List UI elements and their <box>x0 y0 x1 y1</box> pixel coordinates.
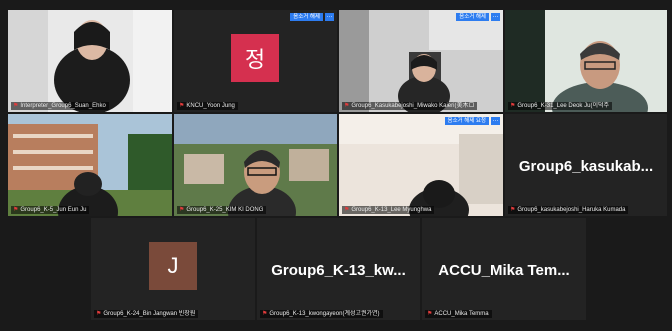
participant-video <box>339 10 503 112</box>
participant-tile-haruka-kumada[interactable]: Group6_kasukab... ⚑ Group6_kasukabejoshi_… <box>505 114 667 216</box>
mic-muted-icon: ⚑ <box>262 311 268 317</box>
avatar: J <box>149 242 197 290</box>
participant-name-tag: ⚑ Group6_K-13_Lee Myunghwa <box>342 206 435 214</box>
unmute-badge[interactable]: 음소거 해제 <box>456 13 489 21</box>
participant-video <box>8 114 172 216</box>
participant-name-tag: ⚑ ACCU_Mika Temma <box>425 310 492 318</box>
participant-name-tag: ⚑ Group6_K-24_Bin Jangwan 빈장원 <box>94 310 199 318</box>
participant-name-tag: ⚑ Group6_Kasukabejoshi_Miwako Kaieri(美木ロ <box>342 102 478 110</box>
participant-video <box>339 114 503 216</box>
participant-display-name: ACCU_Mika Tem... <box>438 262 570 279</box>
participant-name: Group6_Kasukabejoshi_Miwako Kaieri(美木ロ <box>351 103 475 109</box>
participant-name-tag: ⚑ Interpreter_Group6_Suan_Ehko <box>11 102 109 110</box>
participant-name-tag: ⚑ Group6_kasukabejoshi_Haruka Kumada <box>508 206 629 214</box>
participant-name: Group6_K-13_Lee Myunghwa <box>351 207 432 213</box>
mic-muted-icon: ⚑ <box>13 103 19 109</box>
participant-tile-mika-temma[interactable]: ACCU_Mika Tem... ⚑ ACCU_Mika Temma <box>422 218 586 320</box>
more-options-button[interactable]: … <box>491 13 500 21</box>
participant-name: Group6_K-25_KIM KI DONG <box>186 207 264 213</box>
mic-muted-icon: ⚑ <box>427 311 433 317</box>
mic-muted-icon: ⚑ <box>344 207 350 213</box>
participant-video <box>174 114 337 216</box>
participant-tile-lee-myunghwa[interactable]: 음소거 해제 요청 … ⚑ Group6_K-13_Lee Myunghwa <box>339 114 503 216</box>
participant-name-tag: ⚑ KNCU_Yoon Jung <box>177 102 238 110</box>
mic-muted-icon: ⚑ <box>179 103 185 109</box>
participant-display-name: Group6_kasukab... <box>518 158 654 175</box>
avatar: 정 <box>231 34 279 82</box>
mic-muted-icon: ⚑ <box>179 207 185 213</box>
participant-name: Group6_kasukabejoshi_Haruka Kumada <box>517 207 626 213</box>
participant-video <box>8 10 172 112</box>
video-grid: ⚑ Interpreter_Group6_Suan_Ehko 정 음소거 해제 …… <box>0 0 672 331</box>
participant-name: Group6_K-13_kwongayeon(계성고권가연) <box>269 311 380 317</box>
participant-name: Group6_K-31_Lee Deok Ju(이덕주 <box>517 103 609 109</box>
mic-muted-icon: ⚑ <box>96 311 102 317</box>
participant-video <box>505 10 667 112</box>
participant-tile-kasukabejoshi-miwako[interactable]: 음소거 해제 … ⚑ Group6_Kasukabejoshi_Miwako Ka… <box>339 10 503 112</box>
participant-name: KNCU_Yoon Jung <box>186 103 235 109</box>
participant-name-tag: ⚑ Group6_K-25_KIM KI DONG <box>177 206 267 214</box>
more-options-button[interactable]: … <box>491 117 500 125</box>
mic-muted-icon: ⚑ <box>344 103 350 109</box>
participant-name: Interpreter_Group6_Suan_Ehko <box>20 103 106 109</box>
participant-tile-bin-jangwan[interactable]: J ⚑ Group6_K-24_Bin Jangwan 빈장원 <box>91 218 255 320</box>
participant-tile-kwongayeon[interactable]: Group6_K-13_kw... ⚑ Group6_K-13_kwongayeo… <box>257 218 420 320</box>
participant-name: Group6_K-5_Jun Eun Ju <box>20 207 87 213</box>
more-options-button[interactable]: … <box>325 13 334 21</box>
participant-tile-lee-deok-ju[interactable]: ⚑ Group6_K-31_Lee Deok Ju(이덕주 <box>505 10 667 112</box>
mic-muted-icon: ⚑ <box>13 207 19 213</box>
participant-tile-kim-ki-dong[interactable]: ⚑ Group6_K-25_KIM KI DONG <box>174 114 337 216</box>
participant-tile-jun-eun-ju[interactable]: ⚑ Group6_K-5_Jun Eun Ju <box>8 114 172 216</box>
mic-muted-icon: ⚑ <box>510 207 516 213</box>
participant-tile-interpreter[interactable]: ⚑ Interpreter_Group6_Suan_Ehko <box>8 10 172 112</box>
participant-name: Group6_K-24_Bin Jangwan 빈장원 <box>103 311 196 317</box>
participant-name-tag: ⚑ Group6_K-13_kwongayeon(계성고권가연) <box>260 310 383 318</box>
participant-tile-kncu-yoon-jung[interactable]: 정 음소거 해제 … ⚑ KNCU_Yoon Jung <box>174 10 337 112</box>
participant-display-name: Group6_K-13_kw... <box>271 262 406 279</box>
participant-name: ACCU_Mika Temma <box>434 311 489 317</box>
mic-muted-icon: ⚑ <box>510 103 516 109</box>
participant-name-tag: ⚑ Group6_K-5_Jun Eun Ju <box>11 206 90 214</box>
participant-name-tag: ⚑ Group6_K-31_Lee Deok Ju(이덕주 <box>508 102 612 110</box>
unmute-request-badge[interactable]: 음소거 해제 요청 <box>444 117 489 125</box>
unmute-badge[interactable]: 음소거 해제 <box>290 13 323 21</box>
